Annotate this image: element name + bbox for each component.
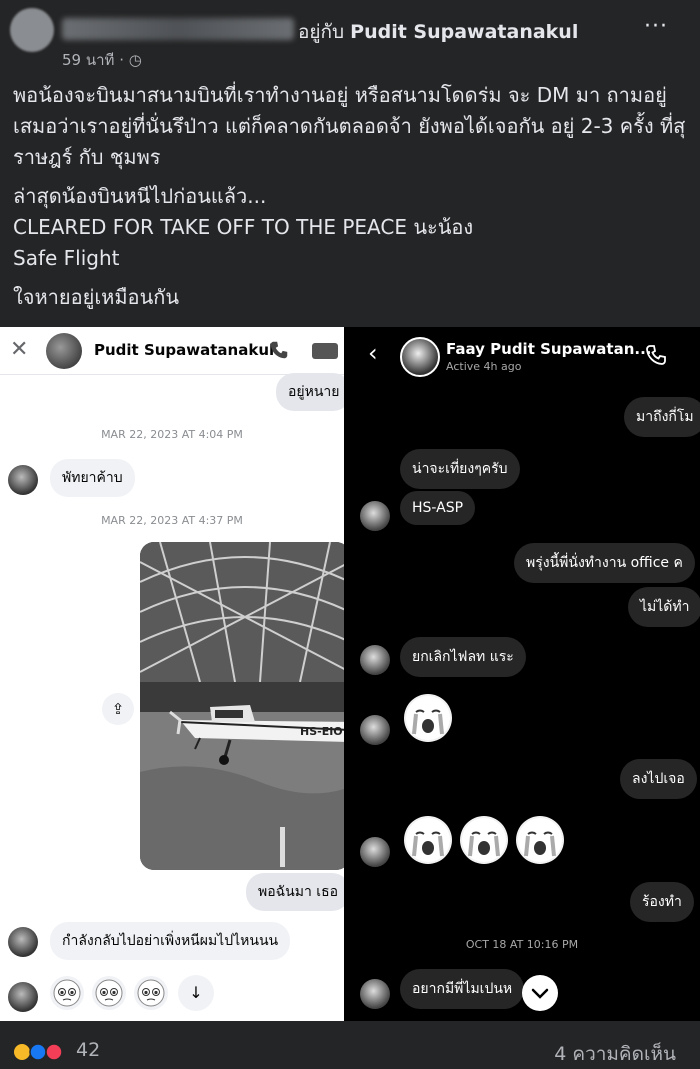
message-bubble-outgoing: พรุ่งนี้พี่นั่งทำงาน office ค [514,543,695,583]
post-paragraph: ล่าสุดน้องบินหนีไปก่อนแล้ว... CLEARED FO… [13,184,474,270]
tagged-person-link[interactable]: Pudit Supawatanakul [350,21,578,43]
message-bubble-incoming: พัทยาค้าบ [50,459,135,497]
chat-contact-name[interactable]: Pudit Supawatanakul [94,341,274,359]
message-bubble-incoming: อยากมีพี่ไมเปนห [400,969,525,1009]
active-status: Active 4h ago [446,360,522,373]
share-icon[interactable]: ⇪ [102,693,134,725]
timestamp: OCT 18 AT 10:16 PM [465,938,579,951]
author-avatar[interactable] [10,8,54,52]
message-bubble-incoming: กำลังกลับไปอย่าเพิ่งหนีผมไปไหนนน [50,922,291,960]
globe-icon: ◷ [128,51,142,69]
message-bubble-incoming: น่าจะเที่ยงๆครับ [400,449,520,489]
message-bubble-outgoing: ลงไปเจอ [620,759,697,799]
avatar[interactable] [46,333,82,369]
instagram-dm-screenshot[interactable]: ‹ Faay Pudit Supawatan... Active 4h ago … [344,327,700,1021]
avatar [360,501,390,531]
avatar [360,715,390,745]
post-meta: 59 นาที · ◷ [62,48,142,72]
crying-face-icon [460,816,508,864]
message-bubble-outgoing: อยู่หนาย [276,373,344,411]
pleading-face-icon [92,976,126,1010]
timestamp: MAR 22, 2023 AT 4:04 PM [101,428,243,441]
aircraft-registration: HS-EIO [300,725,343,738]
crying-face-icon [404,694,452,742]
chevron-down-icon [531,988,549,999]
avatar [8,927,38,957]
meta-separator: · [119,51,124,69]
crying-face-icon [404,816,452,864]
post-footer: 42 4 ความคิดเห็น [0,1030,700,1065]
avatar[interactable] [400,337,440,377]
message-bubble-outgoing: ร้องทำ [630,882,694,922]
message-bubble-incoming: ยกเลิกไฟลท แระ [400,637,526,677]
message-bubble-outgoing: มาถึงกี่โม [624,397,700,437]
chat-contact-name[interactable]: Faay Pudit Supawatan... [446,340,651,358]
back-icon[interactable]: ‹ [368,339,378,367]
phone-icon[interactable] [268,339,290,361]
post-time[interactable]: 59 นาที [62,51,114,69]
post-paragraph: ใจหายอยู่เหมือนกัน [13,285,180,309]
message-bubble-outgoing: พอฉันมา เธอ [246,873,344,911]
more-options-button[interactable]: ··· [644,14,668,39]
avatar [360,645,390,675]
avatar [8,982,38,1012]
scroll-down-button[interactable] [522,975,558,1011]
timestamp: MAR 22, 2023 AT 4:37 PM [101,514,243,527]
pleading-face-icon [134,976,168,1010]
reactions-icon[interactable] [12,1042,72,1062]
post-body: พอน้องจะบินมาสนามบินที่เราทำงานอยู่ หรือ… [13,80,693,321]
message-bubble-incoming: HS-ASP [400,491,476,525]
hangar-photo[interactable]: HS-EIO [140,542,344,870]
phone-icon[interactable] [644,343,668,367]
scroll-down-button[interactable]: ↓ [178,975,214,1011]
avatar [8,465,38,495]
blurred-author-name[interactable] [62,18,294,40]
video-call-icon[interactable] [312,343,338,359]
avatar [360,837,390,867]
messenger-screenshot[interactable]: ✕ Pudit Supawatanakul อยู่หนาย MAR 22, 2… [0,327,344,1021]
post-paragraph: พอน้องจะบินมาสนามบินที่เราทำงานอยู่ หรือ… [13,83,686,169]
post-header: อยู่กับ Pudit Supawatanakul 59 นาที · ◷ … [0,0,700,70]
tagged-with: อยู่กับ Pudit Supawatanakul [298,17,578,47]
chat-header: ‹ Faay Pudit Supawatan... Active 4h ago [344,327,700,383]
hangar-photo-image: HS-EIO [140,542,344,870]
crying-face-icon [516,816,564,864]
message-bubble-outgoing: ไม่ได้ทำ [628,587,700,627]
chat-header: ✕ Pudit Supawatanakul [0,327,344,375]
with-prefix: อยู่กับ [298,21,345,43]
pleading-face-icon [50,976,84,1010]
close-icon[interactable]: ✕ [10,337,28,362]
avatar [360,979,390,1009]
reactions-count[interactable]: 42 [76,1039,100,1061]
